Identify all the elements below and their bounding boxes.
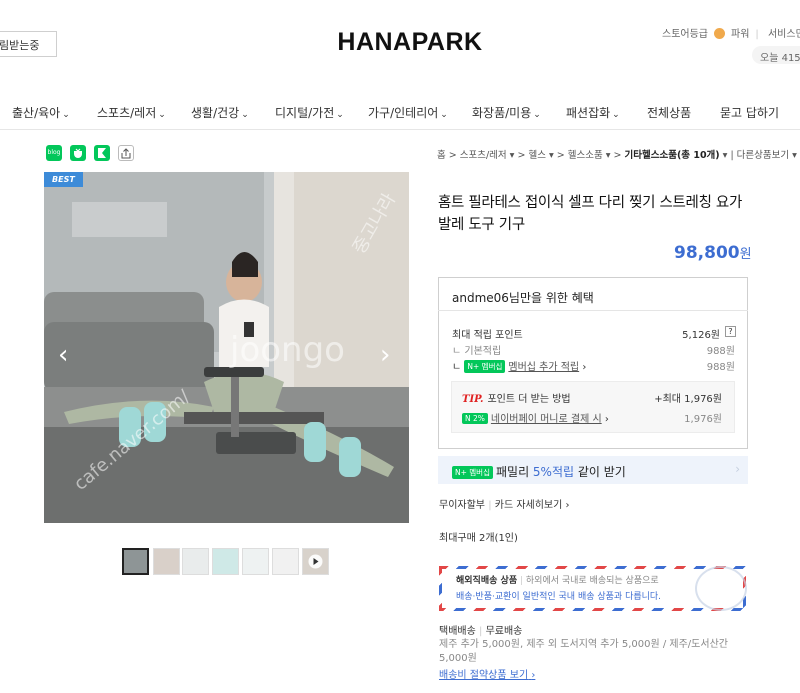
naverpay-points-value: 1,976원 xyxy=(684,414,722,425)
breadcrumb-home[interactable]: 홈 xyxy=(437,150,446,161)
help-icon[interactable]: ? xyxy=(722,326,736,337)
family-benefit-banner[interactable]: N+ 멤버십 패밀리 5%적립 같이 받기 › xyxy=(438,456,748,484)
overseas-desc: 배송·반품·교환이 일반적인 국내 배송 상품과 다릅니다. xyxy=(456,592,662,602)
divider xyxy=(438,310,748,311)
tip-box xyxy=(451,381,735,433)
nav-item-digital[interactable]: 디지털/가전 ⌄ xyxy=(275,104,344,121)
chevron-down-icon: ⌄ xyxy=(62,110,70,120)
shipping-method: 택배배송 | 무료배송 xyxy=(439,626,523,637)
thumbnail-video[interactable] xyxy=(302,548,329,575)
nav-item-baby[interactable]: 출산/육아 ⌄ xyxy=(12,104,70,121)
card-detail-link[interactable]: 카드 자세히보기 xyxy=(495,500,563,511)
thumbnail-2[interactable] xyxy=(153,548,180,575)
thumbnail-4[interactable] xyxy=(212,548,239,575)
gallery-prev-button[interactable]: ‹ xyxy=(58,340,68,370)
overseas-title: 해외직배송 상품 | 하외에서 국내로 배송되는 상품으로 xyxy=(456,576,659,586)
nav-item-fashion[interactable]: 패션잡화 ⌄ xyxy=(566,104,620,121)
chevron-down-icon: ⌄ xyxy=(241,110,249,120)
chevron-right-icon: › xyxy=(735,462,740,476)
product-price: 98,800원 xyxy=(674,243,752,263)
service-link[interactable]: 서비스만 xyxy=(768,29,800,40)
basic-points-value: 988원 xyxy=(706,346,735,357)
chevron-down-icon: ⌄ xyxy=(336,110,344,120)
breadcrumb-health-acc[interactable]: 헬스소품 xyxy=(568,150,603,161)
top-links: 스토어등급파워| 서비스만 xyxy=(662,25,800,40)
today-visitors: 오늘 415 xyxy=(752,46,800,64)
watermark-text: joongo xyxy=(230,330,345,370)
nav-item-sports[interactable]: 스포츠/레저 ⌄ xyxy=(97,104,166,121)
purchase-limit: 최대구매 2개(1인) xyxy=(439,533,518,544)
nav-item-beauty[interactable]: 화장품/미용 ⌄ xyxy=(472,104,541,121)
airmail-stamp-icon xyxy=(695,566,747,611)
thumbnail-5[interactable] xyxy=(242,548,269,575)
chevron-down-icon: ⌄ xyxy=(612,110,620,120)
shipping-extra-fee: 제주 추가 5,000원, 제주 외 도서지역 추가 5,000원 / 제주/도… xyxy=(439,639,728,664)
payment-info: 무이자할부 | 카드 자세히보기 › xyxy=(439,500,570,511)
shipping-save-link[interactable]: 배송비 절약상품 보기 › xyxy=(439,666,535,681)
tip-label: TIP. 포인트 더 받는 방법 xyxy=(462,394,571,405)
best-badge: BEST xyxy=(44,172,83,187)
page: 림받는중 HANAPARK 스토어등급파워| 서비스만 오늘 415 출산/육아… xyxy=(0,0,800,693)
nav-item-living[interactable]: 생활/건강 ⌄ xyxy=(191,104,249,121)
no-interest-label: 무이자할부 xyxy=(439,500,485,511)
benefit-title: andme06님만을 위한 혜택 xyxy=(452,291,594,305)
membership-points-value: 988원 xyxy=(706,362,735,373)
max-points-value: 5,126원 xyxy=(682,330,720,341)
gallery-next-button[interactable]: › xyxy=(380,340,390,370)
other-products-link[interactable]: 다른상품보기 xyxy=(737,150,789,161)
thumbnail-1[interactable] xyxy=(122,548,149,575)
bookmark-icon[interactable] xyxy=(94,145,110,161)
chevron-down-icon: ⌄ xyxy=(533,110,541,120)
membership-points[interactable]: ㄴ N+ 멤버십 멤버십 추가 적립 › xyxy=(452,358,586,373)
breadcrumb: 홈 > 스포츠/레저 ▾ > 헬스 ▾ > 헬스소품 ▾ > 기타헬스소품(총 … xyxy=(437,150,797,161)
breadcrumb-health[interactable]: 헬스 xyxy=(528,150,545,161)
chevron-down-icon: ⌄ xyxy=(158,110,166,120)
naverpay-points[interactable]: N 2% 네이버페이 머니로 결제 시 › xyxy=(462,410,609,425)
chevron-down-icon: ⌄ xyxy=(440,110,448,120)
store-grade-label: 스토어등급 xyxy=(662,29,708,40)
tip-value: +최대 1,976원 xyxy=(654,394,722,405)
thumbnail-3[interactable] xyxy=(182,548,209,575)
product-title: 홈트 필라테스 접이식 셀프 다리 찢기 스트레칭 요가 발레 도구 기구 xyxy=(438,195,743,233)
breadcrumb-sports[interactable]: 스포츠/레저 xyxy=(460,150,507,161)
naverplus-badge-icon: N+ 멤버십 xyxy=(452,466,493,479)
nav-item-furniture[interactable]: 가구/인테리어 ⌄ xyxy=(368,104,448,121)
thumbnail-6[interactable] xyxy=(272,548,299,575)
power-badge-icon xyxy=(714,28,725,39)
share-icon[interactable] xyxy=(118,145,134,161)
basic-points-label: ㄴ 기본적립 xyxy=(452,346,502,357)
breadcrumb-current[interactable]: 기타헬스소품(총 10개) xyxy=(625,150,720,161)
nav-item-qna[interactable]: 묻고 답하기 xyxy=(720,104,779,121)
category-nav: 출산/육아 ⌄ 스포츠/레저 ⌄ 생활/건강 ⌄ 디지털/가전 ⌄ 가구/인테리어 ⌄ 화… xyxy=(0,90,800,130)
power-grade: 파워 xyxy=(731,29,750,40)
naverplus-badge-icon: N+ 멤버십 xyxy=(464,360,506,373)
blog-icon[interactable]: blog xyxy=(46,145,62,161)
max-points-label: 최대 적립 포인트 xyxy=(452,330,523,341)
talk-icon[interactable] xyxy=(70,145,86,161)
naverpay-badge-icon: N 2% xyxy=(462,413,488,424)
nav-item-all-products[interactable]: 전체상품 xyxy=(647,104,691,121)
